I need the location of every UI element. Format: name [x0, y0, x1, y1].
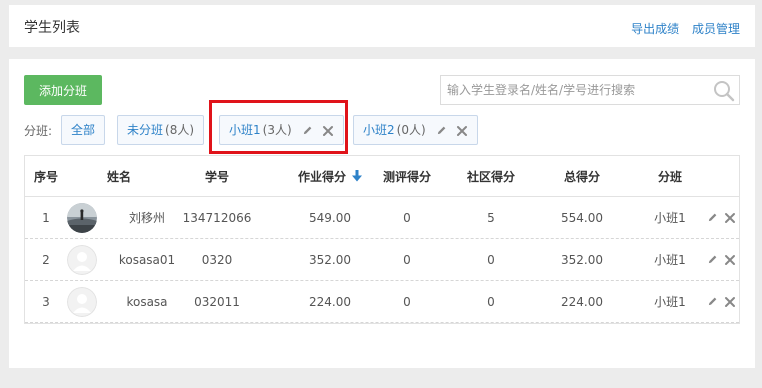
search-box	[440, 75, 740, 105]
table-row: 2 kosasa01 0320 352.00 0 0 352.00 小班1	[25, 239, 739, 281]
header-name: 姓名	[106, 169, 131, 184]
member-management-link[interactable]: 成员管理	[692, 22, 740, 36]
row-id: 134712066	[182, 210, 252, 225]
header-no: 序号	[33, 169, 58, 184]
table-header: 序号 姓名 学号 作业得分 测评得分 社区得分 总得分 分班	[25, 156, 739, 197]
pencil-icon[interactable]	[302, 125, 313, 136]
search-icon[interactable]	[713, 80, 735, 102]
pencil-icon[interactable]	[436, 125, 447, 136]
row-test: 0	[403, 252, 411, 267]
group-chip-label: 小班1	[229, 123, 261, 137]
group-chip-count: (3人)	[262, 123, 292, 137]
table-row: 3 kosasa 032011 224.00 0 0 224.00 小班1	[25, 281, 739, 323]
row-community: 0	[487, 252, 495, 267]
search-input[interactable]	[441, 76, 709, 104]
row-no: 2	[42, 252, 50, 267]
add-class-button[interactable]: 添加分班	[24, 75, 102, 105]
table-row: 1 刘移州 134712066 549.00 0 5 554.00 小班1	[25, 197, 739, 239]
row-test: 0	[403, 210, 411, 225]
close-icon[interactable]	[724, 254, 736, 266]
row-id: 032011	[194, 294, 240, 309]
header-class: 分班	[657, 169, 682, 184]
close-icon[interactable]	[724, 296, 736, 308]
header-links: 导出成绩 成员管理	[622, 20, 740, 37]
header-test: 测评得分	[382, 169, 431, 184]
avatar	[67, 287, 97, 317]
avatar	[67, 203, 97, 233]
row-id: 0320	[201, 252, 233, 267]
group-chip-label: 全部	[71, 123, 96, 137]
group-chip-count: (0人)	[396, 123, 426, 137]
export-scores-link[interactable]: 导出成绩	[631, 22, 679, 36]
top-bar: 学生列表 导出成绩 成员管理	[9, 5, 755, 47]
close-icon[interactable]	[322, 125, 334, 137]
pencil-icon[interactable]	[707, 254, 718, 265]
header-homework-label: 作业得分	[297, 169, 346, 184]
row-no: 1	[42, 210, 50, 225]
group-chip-unassigned[interactable]: 未分班 (8人)	[117, 115, 205, 145]
student-table: 序号 姓名 学号 作业得分 测评得分 社区得分 总得分 分班 1 刘移州 134…	[24, 155, 740, 324]
student-list-panel: 添加分班 分班: 全部 未分班(8人) 小班1(3人) 小班2(0人)	[9, 59, 755, 368]
row-community: 0	[487, 294, 495, 309]
group-chip-class1[interactable]: 小班1 (3人)	[219, 115, 345, 145]
page-title: 学生列表	[24, 20, 80, 36]
pencil-icon[interactable]	[707, 212, 718, 223]
groups-label: 分班:	[24, 124, 53, 138]
pencil-icon[interactable]	[707, 296, 718, 307]
row-no: 3	[42, 294, 50, 309]
avatar	[67, 245, 97, 275]
group-chip-label: 小班2	[363, 123, 395, 137]
row-community: 5	[487, 210, 495, 225]
close-icon[interactable]	[456, 125, 468, 137]
row-actions	[701, 197, 741, 238]
group-chip-label: 未分班	[127, 123, 164, 137]
row-test: 0	[403, 294, 411, 309]
row-actions	[701, 281, 741, 322]
row-actions	[701, 239, 741, 280]
header-community: 社区得分	[466, 169, 515, 184]
group-chip-class2[interactable]: 小班2 (0人)	[353, 115, 479, 145]
close-icon[interactable]	[724, 212, 736, 224]
header-id: 学号	[204, 169, 229, 184]
group-chip-all[interactable]: 全部	[61, 115, 106, 145]
group-chip-count: (8人)	[165, 123, 195, 137]
